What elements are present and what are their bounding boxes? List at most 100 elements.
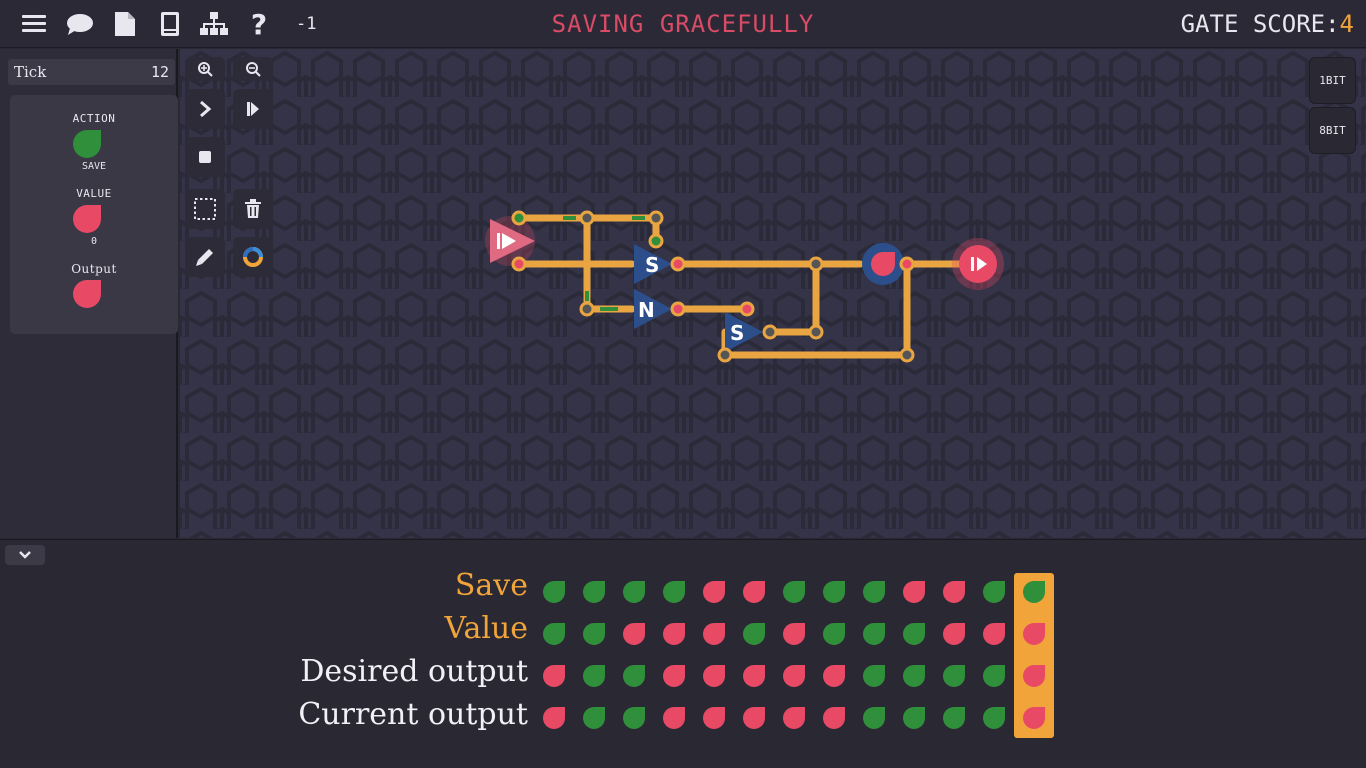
truth-cell: [863, 707, 885, 729]
truth-cell: [783, 581, 805, 603]
output-label: Output: [71, 262, 117, 276]
play-step-icon: [247, 102, 259, 116]
truth-cell: [823, 707, 845, 729]
pencil-button[interactable]: [185, 237, 225, 277]
zoom-in-icon: [198, 62, 213, 77]
circuit-canvas[interactable]: 1BIT 8BIT S N S: [180, 49, 1366, 538]
truth-cell: [783, 623, 805, 645]
truth-cell: [743, 665, 765, 687]
truth-cell: [703, 623, 725, 645]
truth-cell: [903, 623, 925, 645]
truth-cell: [1023, 581, 1045, 603]
eight-bit-button[interactable]: 8BIT: [1309, 107, 1356, 154]
truth-cell: [743, 581, 765, 603]
book-icon[interactable]: [156, 10, 184, 38]
hex-background: [180, 49, 1366, 538]
step-button[interactable]: [185, 89, 225, 129]
truth-cell: [583, 623, 605, 645]
svg-text:?: ?: [251, 10, 267, 38]
collapse-button[interactable]: [5, 545, 45, 565]
truth-cell: [823, 581, 845, 603]
truth-cell: [823, 623, 845, 645]
truth-cell: [1023, 707, 1045, 729]
tick-label: Tick: [14, 63, 47, 81]
truth-cell: [783, 665, 805, 687]
chat-icon[interactable]: [66, 10, 94, 38]
truth-cell: [943, 665, 965, 687]
chevron-right-icon: [200, 100, 212, 118]
selection-icon: [194, 198, 216, 220]
truth-cell: [983, 707, 1005, 729]
truth-cell: [543, 581, 565, 603]
zoom-in-button[interactable]: [185, 57, 225, 81]
truth-cell: [543, 707, 565, 729]
truth-cell: [703, 665, 725, 687]
row-label-desired-output: Desired output: [300, 654, 528, 689]
truth-cell: [943, 707, 965, 729]
tick-counter: Tick 12: [8, 59, 175, 85]
help-icon[interactable]: ?: [245, 10, 273, 38]
truth-cell: [863, 581, 885, 603]
action-state-icon: [73, 130, 101, 158]
truth-cell: [663, 581, 685, 603]
output-state-icon: [73, 280, 101, 308]
value-value: 0: [90, 236, 98, 247]
color-button[interactable]: [233, 237, 273, 277]
truth-cell: [983, 665, 1005, 687]
document-icon[interactable]: [111, 10, 139, 38]
zoom-out-button[interactable]: [233, 57, 273, 81]
truth-cell: [1023, 623, 1045, 645]
row-label-value: Value: [444, 611, 528, 646]
truth-cell: [983, 623, 1005, 645]
truth-cell: [943, 623, 965, 645]
select-button[interactable]: [185, 189, 225, 229]
truth-cell: [583, 665, 605, 687]
gate-score: GATE SCORE:4: [1181, 10, 1354, 38]
hierarchy-icon[interactable]: [200, 10, 228, 38]
truth-cell: [903, 581, 925, 603]
truth-cell: [863, 665, 885, 687]
truth-cell: [663, 665, 685, 687]
top-bar: ? -1 SAVING GRACEFULLY GATE SCORE:4: [0, 0, 1366, 48]
undo-counter: -1: [296, 14, 317, 34]
tick-value: 12: [150, 63, 169, 81]
play-button[interactable]: [233, 89, 273, 129]
truth-cell: [543, 665, 565, 687]
value-state-icon: [73, 205, 101, 233]
stop-icon: [199, 151, 211, 163]
delete-button[interactable]: [233, 189, 273, 229]
chevron-down-icon: [19, 551, 31, 559]
truth-cell: [823, 665, 845, 687]
action-label: ACTION: [72, 112, 116, 125]
truth-cell: [623, 623, 645, 645]
menu-icon[interactable]: [20, 10, 48, 38]
truth-cell: [543, 623, 565, 645]
gate-score-label: GATE SCORE:: [1180, 10, 1340, 38]
truth-cell: [703, 581, 725, 603]
trash-icon: [245, 199, 261, 218]
truth-cell: [583, 581, 605, 603]
truth-cell: [783, 707, 805, 729]
truth-cell: [983, 581, 1005, 603]
value-label: VALUE: [76, 187, 112, 200]
truth-cell: [663, 707, 685, 729]
truth-cell: [903, 707, 925, 729]
truth-cell: [623, 665, 645, 687]
row-label-current-output: Current output: [298, 697, 528, 732]
gate-score-value: 4: [1339, 10, 1354, 38]
truth-cell: [863, 623, 885, 645]
zoom-out-icon: [246, 62, 261, 77]
stop-button[interactable]: [185, 137, 225, 177]
truth-cell: [583, 707, 605, 729]
truth-cell: [663, 623, 685, 645]
truth-cell: [623, 707, 645, 729]
pencil-icon: [196, 249, 213, 266]
truth-cell: [703, 707, 725, 729]
truth-cell: [743, 623, 765, 645]
one-bit-button[interactable]: 1BIT: [1309, 57, 1356, 104]
truth-cell: [743, 707, 765, 729]
row-label-save: Save: [454, 568, 528, 603]
truth-cell: [943, 581, 965, 603]
truth-cell: [1023, 665, 1045, 687]
truth-cell: [623, 581, 645, 603]
